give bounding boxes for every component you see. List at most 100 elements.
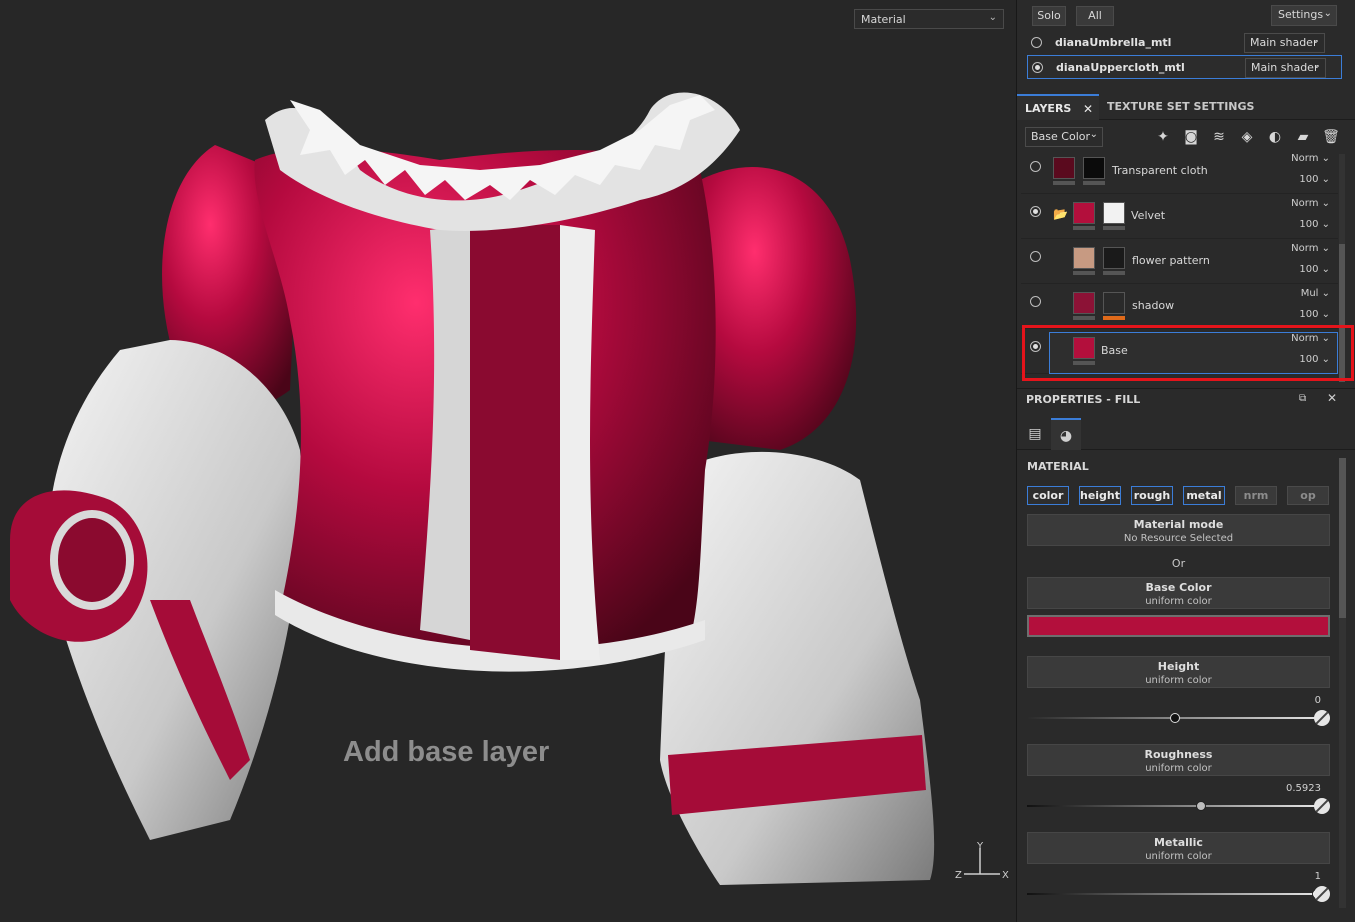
height-title: Height bbox=[1157, 660, 1200, 673]
roughness-value[interactable]: 0.5923 bbox=[1286, 783, 1321, 794]
channel-toggle-height[interactable]: height bbox=[1079, 486, 1121, 505]
texture-set-radio[interactable] bbox=[1031, 37, 1042, 48]
add-folder-icon[interactable]: ▰ bbox=[1293, 127, 1313, 147]
height-slider[interactable] bbox=[1027, 713, 1322, 723]
chevron-down-icon: ⌄ bbox=[1323, 8, 1332, 19]
layer-scrollbar-thumb[interactable] bbox=[1339, 244, 1345, 382]
layer-visibility-toggle[interactable] bbox=[1030, 296, 1041, 307]
opacity-dropdown[interactable]: 100 ⌄ bbox=[1299, 264, 1330, 275]
layer-scrollbar[interactable] bbox=[1339, 154, 1345, 382]
metallic-value[interactable]: 1 bbox=[1315, 871, 1321, 882]
or-label: Or bbox=[1171, 557, 1186, 570]
layer-visibility-toggle[interactable] bbox=[1030, 251, 1041, 262]
opacity-value: 100 bbox=[1299, 354, 1319, 365]
texture-set-name: dianaUppercloth_mtl bbox=[1056, 61, 1185, 74]
opacity-dropdown[interactable]: 100 ⌄ bbox=[1299, 174, 1330, 185]
properties-tabs: ▤ ◕ bbox=[1017, 418, 1355, 450]
settings-label: Settings bbox=[1278, 8, 1324, 21]
add-effect-icon[interactable]: ◐ bbox=[1265, 127, 1285, 147]
height-value[interactable]: 0 bbox=[1315, 695, 1321, 706]
metallic-source-button[interactable]: Metallic uniform color bbox=[1027, 832, 1330, 864]
channel-toggle-color[interactable]: color bbox=[1027, 486, 1069, 505]
roughness-source-button[interactable]: Roughness uniform color bbox=[1027, 744, 1330, 776]
layer-thumbnail-bar bbox=[1073, 361, 1095, 365]
layer-thumbnail bbox=[1053, 157, 1075, 179]
add-layer-icon[interactable]: ≋ bbox=[1209, 127, 1229, 147]
caption-text: Add base layer bbox=[343, 736, 550, 768]
base-color-swatch[interactable] bbox=[1027, 615, 1330, 637]
layer-thumbnail-bar bbox=[1073, 226, 1095, 230]
channel-toggle-nrm[interactable]: nrm bbox=[1235, 486, 1277, 505]
metallic-slider[interactable] bbox=[1027, 889, 1322, 899]
add-mask-icon[interactable]: ◙ bbox=[1181, 127, 1201, 147]
fill-settings-tab-icon[interactable]: ▤ bbox=[1020, 418, 1050, 450]
metallic-subtitle: uniform color bbox=[1145, 851, 1212, 862]
layer-name: Base bbox=[1101, 344, 1128, 357]
close-icon[interactable]: ✕ bbox=[1083, 96, 1093, 122]
add-fill-icon[interactable]: ◈ bbox=[1237, 127, 1257, 147]
tab-texture-set-settings[interactable]: TEXTURE SET SETTINGS bbox=[1099, 94, 1262, 120]
layer-visibility-toggle[interactable] bbox=[1030, 161, 1041, 172]
reset-icon[interactable] bbox=[1314, 886, 1330, 902]
layer-thumbnail bbox=[1073, 337, 1095, 359]
mask-thumbnail bbox=[1103, 292, 1125, 314]
layer-row-selected[interactable]: Base Norm ⌄ 100 ⌄ bbox=[1021, 330, 1338, 374]
layer-thumbnail bbox=[1073, 247, 1095, 269]
channel-toggle-metal[interactable]: metal bbox=[1183, 486, 1225, 505]
blend-mode-label: Norm bbox=[1291, 333, 1319, 344]
magic-wand-icon[interactable]: ✦ bbox=[1153, 127, 1173, 147]
blend-mode-label: Mul bbox=[1300, 288, 1319, 299]
layer-row[interactable]: Transparent cloth Norm ⌄ 100 ⌄ bbox=[1021, 152, 1338, 194]
properties-scrollbar-thumb[interactable] bbox=[1339, 458, 1346, 618]
layer-thumbnail bbox=[1073, 292, 1095, 314]
blend-mode-dropdown[interactable]: Norm ⌄ bbox=[1291, 153, 1330, 164]
layer-visibility-toggle[interactable] bbox=[1030, 206, 1041, 217]
panel-tabs: LAYERS ✕ TEXTURE SET SETTINGS bbox=[1017, 94, 1355, 120]
channel-toggle-rough[interactable]: rough bbox=[1131, 486, 1173, 505]
blend-mode-dropdown[interactable]: Mul ⌄ bbox=[1301, 288, 1330, 299]
solo-button[interactable]: Solo bbox=[1032, 6, 1066, 26]
all-button[interactable]: All bbox=[1076, 6, 1114, 26]
shader-dropdown[interactable]: Main shader ⌄ bbox=[1245, 58, 1326, 78]
channel-dropdown[interactable]: Base Color ⌄ bbox=[1025, 127, 1103, 147]
opacity-dropdown[interactable]: 100 ⌄ bbox=[1299, 354, 1330, 365]
layer-visibility-toggle[interactable] bbox=[1030, 341, 1041, 352]
base-color-source-button[interactable]: Base Color uniform color bbox=[1027, 577, 1330, 609]
texture-set-radio[interactable] bbox=[1032, 62, 1043, 73]
channel-toggle-op[interactable]: op bbox=[1287, 486, 1329, 505]
texture-set-row[interactable]: dianaUmbrella_mtl Main shader ⌄ bbox=[1027, 31, 1342, 55]
delete-icon[interactable]: 🗑 bbox=[1321, 127, 1341, 147]
axis-z-label: Z bbox=[955, 870, 962, 881]
layer-row[interactable]: flower pattern Norm ⌄ 100 ⌄ bbox=[1021, 240, 1338, 284]
viewport-mode-dropdown[interactable]: Material ⌄ bbox=[854, 9, 1004, 29]
material-section-title: MATERIAL bbox=[1027, 460, 1089, 473]
height-source-button[interactable]: Height uniform color bbox=[1027, 656, 1330, 688]
material-tab-icon[interactable]: ◕ bbox=[1051, 418, 1081, 450]
material-mode-button[interactable]: Material mode No Resource Selected bbox=[1027, 514, 1330, 546]
reset-icon[interactable] bbox=[1314, 798, 1330, 814]
folder-icon: 📂 bbox=[1053, 207, 1068, 221]
layer-row[interactable]: 📂 Velvet Norm ⌄ 100 ⌄ bbox=[1021, 195, 1338, 239]
properties-scrollbar[interactable] bbox=[1339, 458, 1346, 908]
tab-layers[interactable]: LAYERS ✕ bbox=[1017, 94, 1099, 120]
3d-viewport[interactable]: Material ⌄ Add base layer Y Z X bbox=[0, 0, 1016, 922]
height-slider-knob[interactable] bbox=[1170, 713, 1180, 723]
blend-mode-dropdown[interactable]: Norm ⌄ bbox=[1291, 333, 1330, 344]
roughness-slider-knob[interactable] bbox=[1196, 801, 1206, 811]
undock-icon[interactable]: ⧉ bbox=[1299, 393, 1306, 404]
opacity-dropdown[interactable]: 100 ⌄ bbox=[1299, 309, 1330, 320]
reset-icon[interactable] bbox=[1314, 710, 1330, 726]
opacity-dropdown[interactable]: 100 ⌄ bbox=[1299, 219, 1330, 230]
settings-dropdown[interactable]: Settings ⌄ bbox=[1271, 5, 1337, 26]
base-color-subtitle: uniform color bbox=[1145, 596, 1212, 607]
roughness-slider[interactable] bbox=[1027, 801, 1322, 811]
layer-thumbnail-bar bbox=[1053, 181, 1075, 185]
texture-set-name: dianaUmbrella_mtl bbox=[1055, 36, 1172, 49]
shader-dropdown[interactable]: Main shader ⌄ bbox=[1244, 33, 1325, 53]
layer-row[interactable]: shadow Mul ⌄ 100 ⌄ bbox=[1021, 285, 1338, 329]
blend-mode-dropdown[interactable]: Norm ⌄ bbox=[1291, 198, 1330, 209]
texture-set-row-selected[interactable]: dianaUppercloth_mtl Main shader ⌄ bbox=[1027, 55, 1342, 79]
axis-x-label: X bbox=[1002, 870, 1009, 881]
close-icon[interactable]: ✕ bbox=[1327, 391, 1337, 405]
blend-mode-dropdown[interactable]: Norm ⌄ bbox=[1291, 243, 1330, 254]
